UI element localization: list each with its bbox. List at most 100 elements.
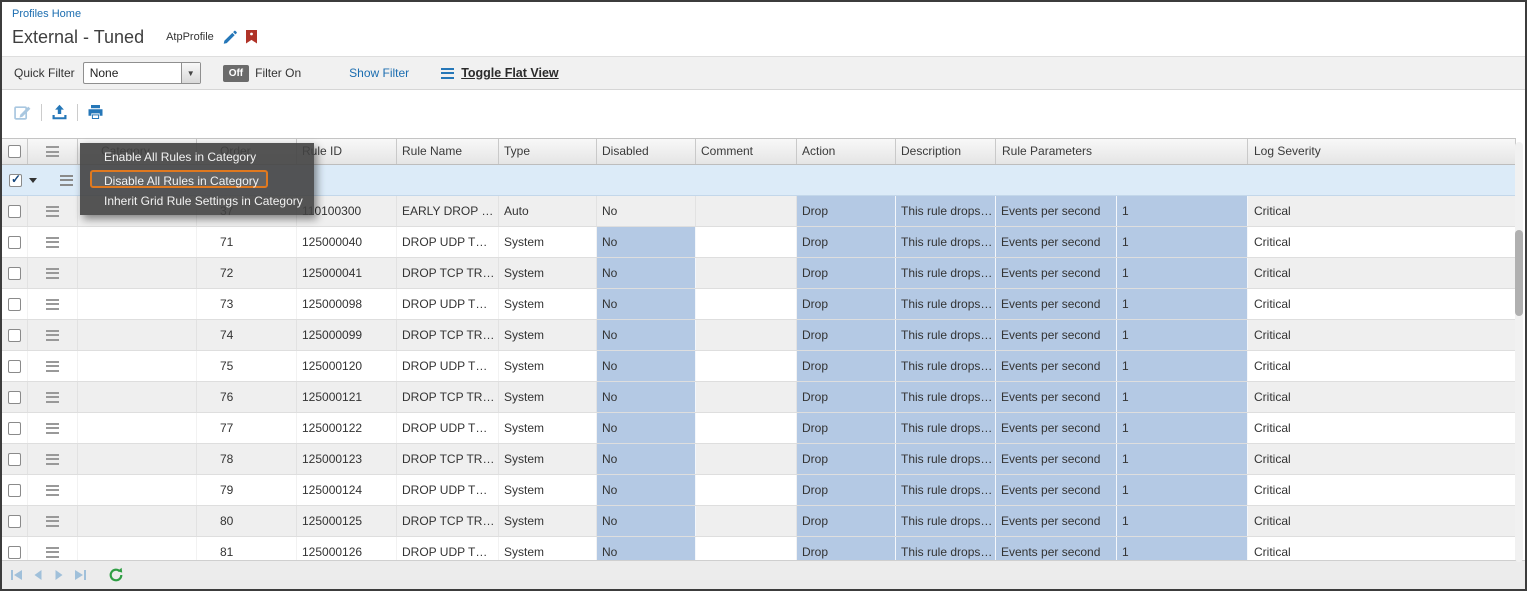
col-header-log-severity[interactable]: Log Severity bbox=[1248, 139, 1516, 164]
menu-item-inherit-grid-rule-settings[interactable]: Inherit Grid Rule Settings in Category bbox=[80, 189, 314, 213]
row-checkbox[interactable] bbox=[8, 205, 21, 218]
cell-param-value[interactable]: 1 bbox=[1117, 258, 1248, 288]
cell-disabled[interactable]: No bbox=[597, 227, 696, 257]
table-row[interactable]: 78 125000123 DROP TCP TR… System No Drop… bbox=[2, 444, 1516, 475]
row-menu-icon[interactable] bbox=[46, 299, 59, 310]
cell-param-value[interactable]: 1 bbox=[1117, 413, 1248, 443]
cell-action[interactable]: Drop bbox=[797, 444, 896, 474]
cell-param-value[interactable]: 1 bbox=[1117, 475, 1248, 505]
table-row[interactable]: 80 125000125 DROP TCP TR… System No Drop… bbox=[2, 506, 1516, 537]
cell-disabled[interactable]: No bbox=[597, 351, 696, 381]
row-menu-icon[interactable] bbox=[46, 516, 59, 527]
cell-log-severity[interactable]: Critical bbox=[1248, 196, 1516, 226]
row-checkbox[interactable] bbox=[8, 329, 21, 342]
cell-param-value[interactable]: 1 bbox=[1117, 320, 1248, 350]
cell-comment[interactable] bbox=[696, 444, 797, 474]
cell-comment[interactable] bbox=[696, 351, 797, 381]
scrollbar-thumb[interactable] bbox=[1515, 230, 1523, 316]
menu-item-disable-all-rules[interactable]: Disable All Rules in Category bbox=[90, 170, 268, 188]
cell-log-severity[interactable]: Critical bbox=[1248, 227, 1516, 257]
collapse-arrow-icon[interactable] bbox=[29, 178, 37, 183]
last-page-button[interactable] bbox=[73, 568, 87, 582]
cell-action[interactable]: Drop bbox=[797, 475, 896, 505]
next-page-button[interactable] bbox=[52, 568, 66, 582]
cell-action[interactable]: Drop bbox=[797, 289, 896, 319]
row-menu-icon[interactable] bbox=[46, 361, 59, 372]
cell-action[interactable]: Drop bbox=[797, 320, 896, 350]
select-all-checkbox[interactable] bbox=[8, 145, 21, 158]
cell-param-value[interactable]: 1 bbox=[1117, 444, 1248, 474]
row-menu-icon[interactable] bbox=[46, 485, 59, 496]
cell-comment[interactable] bbox=[696, 382, 797, 412]
row-checkbox[interactable] bbox=[8, 236, 21, 249]
cell-log-severity[interactable]: Critical bbox=[1248, 475, 1516, 505]
table-row[interactable]: 76 125000121 DROP TCP TR… System No Drop… bbox=[2, 382, 1516, 413]
table-row[interactable]: 74 125000099 DROP TCP TR… System No Drop… bbox=[2, 320, 1516, 351]
col-header-disabled[interactable]: Disabled bbox=[597, 139, 696, 164]
cell-action[interactable]: Drop bbox=[797, 413, 896, 443]
edit-button[interactable] bbox=[14, 104, 32, 121]
cell-param-value[interactable]: 1 bbox=[1117, 227, 1248, 257]
cell-disabled[interactable]: No bbox=[597, 382, 696, 412]
cell-log-severity[interactable]: Critical bbox=[1248, 413, 1516, 443]
cell-disabled[interactable]: No bbox=[597, 258, 696, 288]
cell-param-value[interactable]: 1 bbox=[1117, 382, 1248, 412]
upload-button[interactable] bbox=[51, 104, 68, 120]
row-checkbox[interactable] bbox=[8, 391, 21, 404]
category-menu-icon[interactable] bbox=[60, 175, 73, 186]
cell-comment[interactable] bbox=[696, 475, 797, 505]
row-menu-icon[interactable] bbox=[46, 454, 59, 465]
cell-action[interactable]: Drop bbox=[797, 506, 896, 536]
toggle-flat-view-control[interactable]: Toggle Flat View bbox=[441, 66, 558, 80]
edit-profile-pencil-icon[interactable] bbox=[222, 30, 238, 45]
cell-log-severity[interactable]: Critical bbox=[1248, 320, 1516, 350]
cell-log-severity[interactable]: Critical bbox=[1248, 382, 1516, 412]
cell-log-severity[interactable]: Critical bbox=[1248, 351, 1516, 381]
cell-param-value[interactable]: 1 bbox=[1117, 351, 1248, 381]
row-checkbox[interactable] bbox=[8, 515, 21, 528]
row-checkbox[interactable] bbox=[8, 267, 21, 280]
col-header-action[interactable]: Action bbox=[797, 139, 896, 164]
cell-disabled[interactable]: No bbox=[597, 320, 696, 350]
cell-log-severity[interactable]: Critical bbox=[1248, 506, 1516, 536]
show-filter-link[interactable]: Show Filter bbox=[349, 66, 409, 80]
refresh-button[interactable] bbox=[108, 567, 124, 583]
cell-comment[interactable] bbox=[696, 320, 797, 350]
col-header-rule-parameters[interactable]: Rule Parameters bbox=[996, 139, 1248, 164]
filter-toggle-button[interactable]: Off bbox=[223, 65, 249, 82]
row-checkbox[interactable] bbox=[8, 546, 21, 559]
cell-comment[interactable] bbox=[696, 196, 797, 226]
row-menu-icon[interactable] bbox=[46, 268, 59, 279]
cell-action[interactable]: Drop bbox=[797, 196, 896, 226]
row-menu-icon[interactable] bbox=[46, 206, 59, 217]
cell-comment[interactable] bbox=[696, 258, 797, 288]
table-row[interactable]: 72 125000041 DROP TCP TR… System No Drop… bbox=[2, 258, 1516, 289]
vertical-scrollbar[interactable] bbox=[1515, 142, 1523, 562]
red-bookmark-icon[interactable] bbox=[246, 30, 257, 44]
cell-disabled[interactable]: No bbox=[597, 413, 696, 443]
table-row[interactable]: 77 125000122 DROP UDP T… System No Drop … bbox=[2, 413, 1516, 444]
row-menu-icon[interactable] bbox=[46, 237, 59, 248]
col-header-type[interactable]: Type bbox=[499, 139, 597, 164]
cell-log-severity[interactable]: Critical bbox=[1248, 289, 1516, 319]
print-button[interactable] bbox=[87, 104, 104, 120]
row-menu-icon[interactable] bbox=[46, 423, 59, 434]
category-checkbox[interactable] bbox=[9, 174, 22, 187]
row-menu-icon[interactable] bbox=[46, 330, 59, 341]
cell-log-severity[interactable]: Critical bbox=[1248, 258, 1516, 288]
cell-action[interactable]: Drop bbox=[797, 258, 896, 288]
row-checkbox[interactable] bbox=[8, 484, 21, 497]
breadcrumb[interactable]: Profiles Home bbox=[12, 8, 1515, 22]
cell-disabled[interactable]: No bbox=[597, 196, 696, 226]
cell-comment[interactable] bbox=[696, 227, 797, 257]
table-row[interactable]: 71 125000040 DROP UDP T… System No Drop … bbox=[2, 227, 1516, 258]
menu-item-enable-all-rules[interactable]: Enable All Rules in Category bbox=[80, 145, 314, 169]
table-row[interactable]: 73 125000098 DROP UDP T… System No Drop … bbox=[2, 289, 1516, 320]
cell-disabled[interactable]: No bbox=[597, 444, 696, 474]
cell-comment[interactable] bbox=[696, 413, 797, 443]
first-page-button[interactable] bbox=[10, 568, 24, 582]
cell-disabled[interactable]: No bbox=[597, 289, 696, 319]
row-checkbox[interactable] bbox=[8, 422, 21, 435]
cell-disabled[interactable]: No bbox=[597, 475, 696, 505]
row-checkbox[interactable] bbox=[8, 453, 21, 466]
